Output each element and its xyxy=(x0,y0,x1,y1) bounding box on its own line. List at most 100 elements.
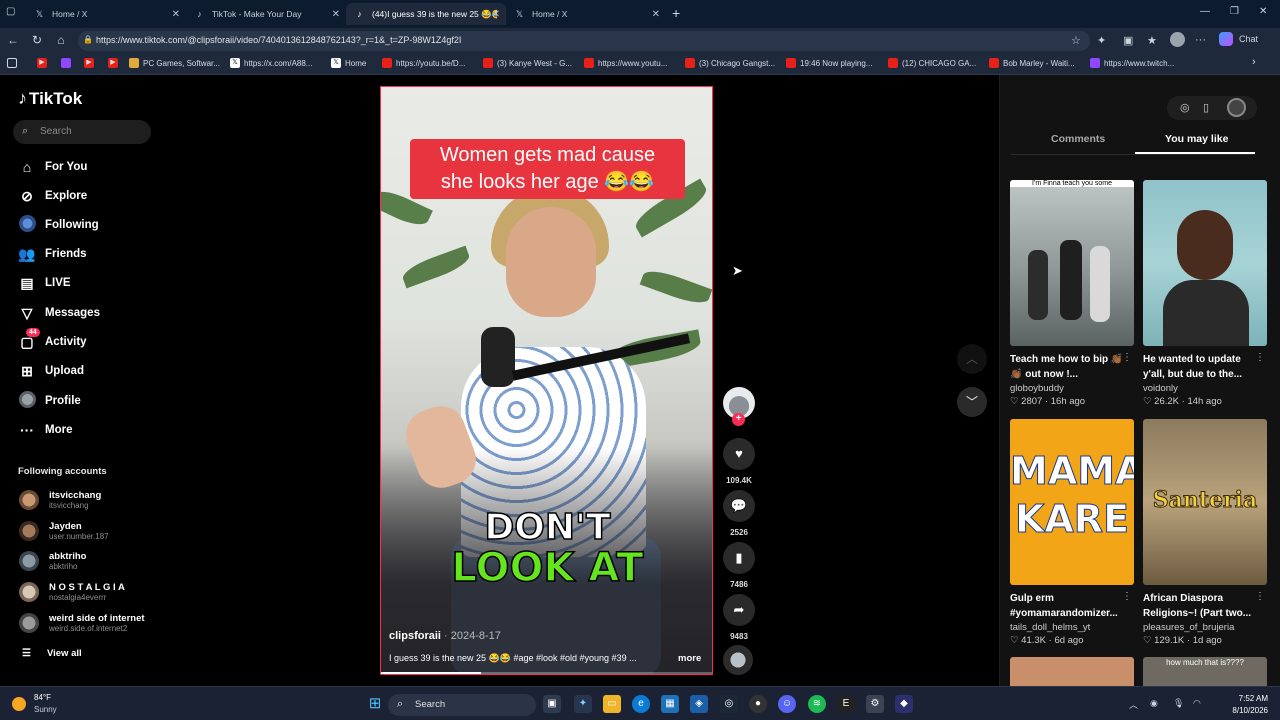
video-thumbnail-partial[interactable] xyxy=(1010,657,1134,686)
bookmark-youtube-icon[interactable]: ▶ xyxy=(37,58,51,68)
bookmarks-menu-icon[interactable] xyxy=(7,58,21,68)
bookmark-item[interactable]: (3) Kanye West - G... xyxy=(483,58,572,68)
video-author[interactable]: clipsforaii · 2024-8-17 xyxy=(389,630,501,642)
nav-profile[interactable]: Profile xyxy=(18,391,81,411)
tab-actions-icon[interactable]: ▢ xyxy=(6,6,15,17)
video-player[interactable]: Women gets mad cause she looks her age 😂… xyxy=(380,86,713,675)
copilot-taskbar-icon[interactable]: ✦ xyxy=(574,695,592,713)
new-tab-button[interactable]: + xyxy=(672,5,680,21)
task-view-icon[interactable]: ▣ xyxy=(543,695,561,713)
browser-tab[interactable]: ♪ TikTok - Make Your Day ✕ xyxy=(186,3,346,25)
bookmark-item[interactable]: 𝕏https://x.com/A88... xyxy=(230,58,312,68)
app-icon[interactable]: ● xyxy=(749,695,767,713)
video-author[interactable]: pleasures_of_brujeria xyxy=(1143,622,1267,633)
bookmark-item[interactable]: https://youtu.be/D... xyxy=(382,58,465,68)
bookmark-item[interactable]: https://www.youtu... xyxy=(584,58,667,68)
tiktok-logo[interactable]: ♪ TikTok xyxy=(18,88,82,109)
refresh-icon[interactable]: ↻ xyxy=(29,33,45,47)
video-thumbnail[interactable]: MAMA KARE xyxy=(1010,419,1134,585)
url-field[interactable]: 🔒 https://www.tiktok.com/@clipsforaii/vi… xyxy=(78,31,1090,51)
microphone-icon[interactable]: 🎙 xyxy=(1173,698,1184,709)
video-thumbnail[interactable]: Santeria xyxy=(1143,419,1267,585)
view-all-link[interactable]: ☰ View all xyxy=(22,648,82,659)
following-account[interactable]: Jayden user.number.187 xyxy=(19,520,109,542)
browser-tab-active[interactable]: ♪ (44)I guess 39 is the new 25 😂😂 ✕ xyxy=(346,3,506,25)
tab-comments[interactable]: Comments xyxy=(1051,133,1105,145)
bookmark-item[interactable]: 𝕏 Home xyxy=(331,58,366,68)
spotify-icon[interactable]: ≋ xyxy=(808,695,826,713)
nav-following[interactable]: Following xyxy=(18,215,99,235)
app-icon[interactable]: ◆ xyxy=(895,695,913,713)
video-title[interactable]: Gulp erm #yomamarandomizer... xyxy=(1010,591,1128,621)
previous-video-chevron-up-icon[interactable]: ︿ xyxy=(957,344,987,374)
tray-overflow-chevron-icon[interactable]: ︿ xyxy=(1129,698,1138,711)
author-name[interactable]: clipsforaii xyxy=(389,630,441,642)
windows-start-icon[interactable]: ⊞ xyxy=(366,695,384,713)
browser-tab[interactable]: 𝕏 Home / X ✕ xyxy=(506,3,666,25)
suggested-video-card[interactable]: He wanted to update y'all, but due to th… xyxy=(1143,180,1267,407)
bookmark-item[interactable]: Bob Marley - Waiti... xyxy=(989,58,1075,68)
discord-icon[interactable]: ☺ xyxy=(778,695,796,713)
video-title[interactable]: Teach me how to bip 👏🏾👏🏾 out now !... xyxy=(1010,352,1128,382)
edge-browser-icon[interactable]: e xyxy=(632,695,650,713)
clock-date[interactable]: 8/10/2026 xyxy=(1208,706,1268,715)
suggested-video-card[interactable]: I'm Finna teach you some Teach me how to… xyxy=(1010,180,1134,407)
tray-app-icon[interactable]: ◉ xyxy=(1150,698,1158,709)
close-tab-icon[interactable]: ✕ xyxy=(652,9,660,20)
bookmark-item[interactable]: PC Games, Softwar... xyxy=(129,58,220,68)
next-video-chevron-down-icon[interactable]: ﹀ xyxy=(957,387,987,417)
nav-explore[interactable]: ⊘ Explore xyxy=(18,186,87,206)
bookmark-youtube-icon[interactable]: ▶ xyxy=(84,58,98,68)
home-icon[interactable]: ⌂ xyxy=(53,33,69,47)
favorite-star-icon[interactable]: ☆ xyxy=(1071,34,1081,47)
close-tab-icon[interactable]: ✕ xyxy=(172,9,180,20)
profile-avatar-icon[interactable] xyxy=(1170,32,1185,47)
card-menu-icon[interactable]: ⋮ xyxy=(1122,352,1132,363)
restore-icon[interactable]: ❐ xyxy=(1230,6,1239,17)
card-menu-icon[interactable]: ⋮ xyxy=(1255,591,1265,602)
autoscroll-icon[interactable]: ◎ xyxy=(1180,101,1190,114)
card-menu-icon[interactable]: ⋮ xyxy=(1122,591,1132,602)
close-tab-icon[interactable]: ✕ xyxy=(492,9,500,20)
bookmark-youtube-icon[interactable]: ▶ xyxy=(108,58,122,68)
close-tab-icon[interactable]: ✕ xyxy=(332,9,340,20)
more-menu-icon[interactable]: ··· xyxy=(1195,34,1206,46)
favorites-icon[interactable]: ★ xyxy=(1147,34,1157,47)
weather-temperature[interactable]: 84°F xyxy=(34,693,51,702)
nav-messages[interactable]: ▽ Messages xyxy=(18,303,100,323)
bookmark-item[interactable]: (3) Chicago Gangst... xyxy=(685,58,775,68)
tab-you-may-like[interactable]: You may like xyxy=(1165,133,1228,145)
nav-activity[interactable]: ▢ 44 Activity xyxy=(18,327,87,352)
following-account[interactable]: weird side of internet weird.side.of.inte… xyxy=(19,612,145,634)
extensions-icon[interactable]: ✦ xyxy=(1097,34,1106,47)
minimize-icon[interactable]: — xyxy=(1200,6,1210,17)
following-account[interactable]: N O S T A L G I Anostalgia4everrr xyxy=(19,581,125,603)
epic-games-icon[interactable]: E xyxy=(837,695,855,713)
follow-plus-button[interactable]: + xyxy=(732,413,745,426)
nav-for-you[interactable]: ⌂ For You xyxy=(18,157,88,177)
video-author[interactable]: globoybuddy xyxy=(1010,383,1134,394)
video-title[interactable]: He wanted to update y'all, but due to th… xyxy=(1143,352,1261,382)
bookmark-item[interactable]: https://www.twitch... xyxy=(1090,58,1174,68)
bookmark-item[interactable]: (12) CHICAGO GA... xyxy=(888,58,976,68)
video-author[interactable]: tails_doll_helms_yt xyxy=(1010,622,1134,633)
video-thumbnail[interactable] xyxy=(1143,180,1267,346)
split-screen-icon[interactable]: ▣ xyxy=(1123,34,1133,47)
suggested-video-card[interactable]: MAMA KARE Gulp erm #yomamarandomizer... … xyxy=(1010,419,1134,646)
nav-more[interactable]: ··· More xyxy=(18,420,72,440)
like-button[interactable]: ♥ 109.4K xyxy=(722,438,756,485)
nav-upload[interactable]: ⊞ Upload xyxy=(18,361,84,381)
following-account[interactable]: abktriho abktriho xyxy=(19,550,86,572)
nav-live[interactable]: ▤ LIVE xyxy=(18,273,70,293)
card-menu-icon[interactable]: ⋮ xyxy=(1255,352,1265,363)
copilot-chat-button[interactable]: Chat xyxy=(1219,32,1258,46)
following-account[interactable]: itsvicchang itsvicchang xyxy=(19,489,101,511)
more-button[interactable]: more xyxy=(678,653,701,664)
sun-icon[interactable] xyxy=(12,697,26,711)
suggested-video-card[interactable]: Santeria African Diaspora Religions~! (P… xyxy=(1143,419,1267,646)
video-progress-bar[interactable] xyxy=(381,672,712,674)
bookmark-item[interactable]: 19:46 Now playing... xyxy=(786,58,873,68)
search-input[interactable]: ⌕ Search xyxy=(13,120,151,144)
browser-tab[interactable]: 𝕏 Home / X ✕ xyxy=(26,3,186,25)
nav-friends[interactable]: 👥 Friends xyxy=(18,244,86,264)
